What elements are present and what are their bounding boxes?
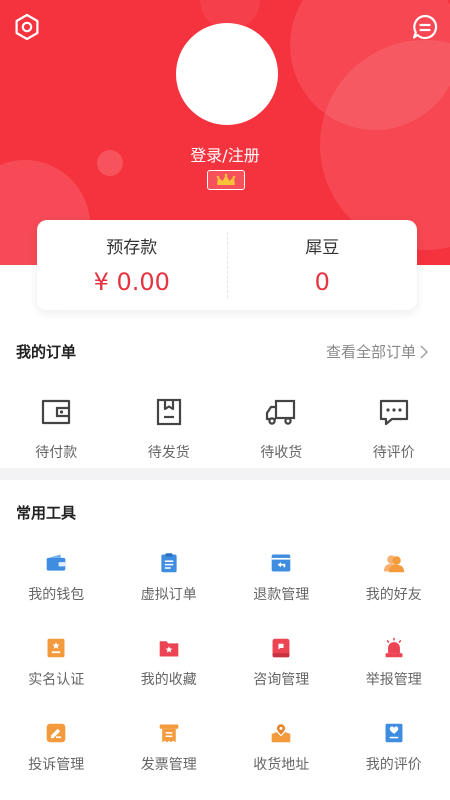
balance-label: 预存款 [106,238,158,258]
settings-button[interactable] [12,12,42,42]
complaint-icon [46,723,66,743]
chevron-right-icon [420,345,428,358]
balance-value: 0 [314,268,330,296]
balance-label: 犀豆 [305,238,340,258]
tool-shipping-address[interactable]: 收货地址 [225,722,338,774]
order-pending-shipment[interactable]: 待发货 [113,398,226,462]
order-pending-review[interactable]: 待评价 [338,398,450,462]
tool-refund-management[interactable]: 退款管理 [225,552,338,604]
crown-icon [216,173,236,185]
location-icon [271,723,291,743]
id-card-icon [47,638,65,658]
tool-identity-verification[interactable]: 实名认证 [0,637,113,689]
tool-label: 发票管理 [140,757,197,773]
rating-icon [385,723,403,743]
balance-card: 预存款 ¥ 0.00 犀豆 0 [37,220,417,310]
tool-virtual-orders[interactable]: 虚拟订单 [113,552,226,604]
view-all-label: 查看全部订单 [326,343,417,361]
order-label: 待收货 [260,445,303,461]
tools-grid: 我的钱包 虚拟订单 退款管理 我的好友 实名认证 我的收藏 咨询管理 举报管理 … [0,552,450,774]
tool-label: 咨询管理 [253,672,310,688]
order-label: 待付款 [35,445,78,461]
tool-label: 举报管理 [365,672,422,688]
profile-page: 登录/注册 预存款 ¥ 0.00 犀豆 0 我的订单 查看全部订单 待付款 待发… [0,0,450,800]
order-pending-payment[interactable]: 待付款 [0,398,113,462]
tool-label: 退款管理 [253,587,310,603]
consult-icon [272,638,290,658]
order-label: 待评价 [372,445,415,461]
invoice-icon [159,724,179,743]
clipboard-icon [161,553,177,573]
favorite-folder-icon [159,641,179,657]
package-icon [156,398,181,426]
tool-report-management[interactable]: 举报管理 [338,637,450,689]
tool-my-friends[interactable]: 我的好友 [338,552,450,604]
order-status-row: 待付款 待发货 待收货 待评价 [0,398,450,462]
tool-label: 虚拟订单 [140,587,197,603]
tool-label: 我的好友 [365,587,422,603]
tool-label: 我的钱包 [28,587,85,603]
tool-invoice-management[interactable]: 发票管理 [113,722,226,774]
tool-label: 我的收藏 [140,672,197,688]
tool-consultation-management[interactable]: 咨询管理 [225,637,338,689]
order-pending-receipt[interactable]: 待收货 [225,398,338,462]
avatar[interactable] [176,23,278,125]
orders-title: 我的订单 [16,343,77,361]
settings-icon [15,13,39,41]
tool-my-reviews[interactable]: 我的评价 [338,722,450,774]
alarm-icon [385,637,403,658]
order-label: 待发货 [147,445,190,461]
view-all-orders-link[interactable]: 查看全部订单 [326,341,428,362]
balance-value: ¥ 0.00 [93,268,170,296]
section-divider [0,468,450,480]
login-register-link[interactable]: 登录/注册 [0,142,450,166]
comment-icon [379,399,408,426]
message-button[interactable] [410,12,440,42]
tool-label: 实名认证 [28,672,85,688]
tool-label: 收货地址 [253,757,310,773]
deposit-balance[interactable]: 预存款 ¥ 0.00 [37,220,227,310]
beans-balance[interactable]: 犀豆 0 [228,220,418,310]
message-icon [412,14,438,40]
refund-icon [271,554,291,572]
tool-label: 投诉管理 [28,757,85,773]
wallet-icon [42,399,71,425]
tool-complaint-management[interactable]: 投诉管理 [0,722,113,774]
tool-label: 我的评价 [365,757,422,773]
tool-my-favorites[interactable]: 我的收藏 [113,637,226,689]
tool-my-wallet[interactable]: 我的钱包 [0,552,113,604]
friends-icon [383,555,404,573]
wallet-icon [46,554,66,571]
vip-badge [207,170,245,190]
truck-icon [266,399,296,425]
tools-title: 常用工具 [16,504,77,522]
